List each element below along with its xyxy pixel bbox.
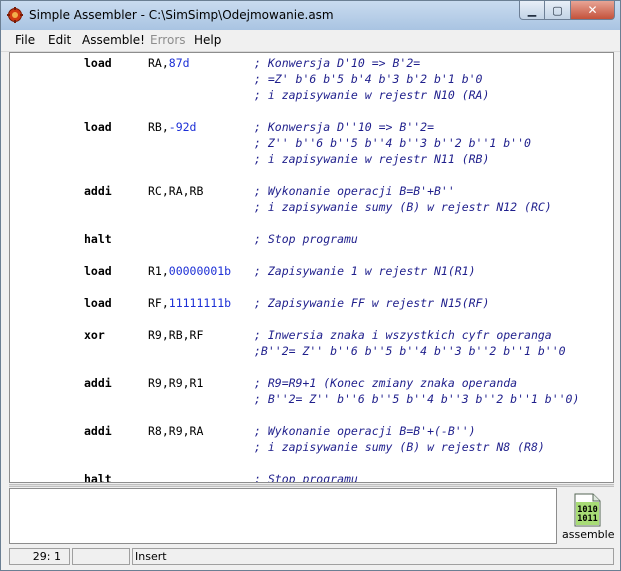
mnemonic: load (84, 56, 112, 70)
operands: RC,RA,RB (148, 183, 203, 199)
mnemonic: halt (84, 472, 112, 483)
menu-assemble[interactable]: Assemble! (82, 33, 145, 47)
numeric-literal: 11111111b (168, 296, 232, 310)
title-bar[interactable]: Simple Assembler - C:\SimSimp\Odejmowani… (1, 1, 620, 30)
register-operands: RF, (148, 296, 169, 310)
insert-mode: Insert (132, 548, 614, 565)
assemble-label: assemble (562, 528, 615, 541)
comment: ; Zapisywanie FF w rejestr N15(RF) (254, 296, 490, 310)
comment: ; Wykonanie operacji B=B'+B'' (254, 184, 455, 198)
operands: R9,RB,RF (148, 327, 203, 343)
register-operands: RB, (148, 120, 169, 134)
caption-buttons: ▁ ▢ ✕ (519, 1, 615, 21)
comment: ; i zapisywanie w rejestr N11 (RB) (254, 152, 490, 166)
numeric-literal: -92d (168, 120, 197, 134)
menu-file[interactable]: File (15, 33, 35, 47)
mnemonic: addi (84, 184, 112, 198)
register-operands: RC,RA,RB (148, 184, 204, 198)
close-icon: ✕ (587, 3, 598, 17)
app-window: Simple Assembler - C:\SimSimp\Odejmowani… (0, 0, 621, 571)
close-button[interactable]: ✕ (571, 1, 615, 20)
output-pane[interactable] (9, 488, 557, 544)
status-bar: 29: 1 Insert (1, 547, 620, 570)
splitter[interactable] (9, 484, 614, 487)
minimize-icon: ▁ (527, 3, 537, 17)
mnemonic: load (84, 120, 112, 134)
code-editor[interactable]: load RA,87d ; Konwersja D'10 => B'2= ; =Z' … (9, 52, 614, 483)
comment: ; B''2= Z'' b''6 b''5 b''4 b''3 b''2 b''… (254, 392, 580, 406)
operands: RB,-92d (148, 119, 196, 135)
comment: ; R9=R9+1 (Konec zmiany znaka operanda (254, 376, 518, 390)
maximize-icon: ▢ (552, 3, 563, 17)
operands: R1,00000001b (148, 263, 231, 279)
cursor-position: 29: 1 (9, 548, 70, 565)
window-title: Simple Assembler - C:\SimSimp\Odejmowani… (29, 8, 334, 22)
svg-text:1011: 1011 (577, 514, 597, 524)
mnemonic: xor (84, 328, 105, 342)
comment: ; Z'' b''6 b''5 b''4 b''3 b''2 b''1 b''0 (254, 136, 531, 150)
comment: ;B''2= Z'' b''6 b''5 b''4 b''3 b''2 b''1… (254, 344, 566, 358)
comment: ; Stop programu (254, 472, 358, 483)
comment: ; i zapisywanie sumy (B) w rejestr N8 (R… (254, 440, 545, 454)
binary-file-icon: 1010 1011 (574, 493, 601, 527)
numeric-literal: 87d (168, 56, 190, 70)
register-operands: R9,RB,RF (148, 328, 204, 342)
register-operands: R9,R9,R1 (148, 376, 204, 390)
menu-bar: File Edit Assemble! Errors Help (1, 30, 620, 52)
maximize-button[interactable]: ▢ (545, 1, 571, 20)
operands: RF,11111111b (148, 295, 231, 311)
mnemonic: load (84, 264, 112, 278)
comment: ; Stop programu (254, 232, 358, 246)
comment: ; Zapisywanie 1 w rejestr N1(R1) (254, 264, 476, 278)
numeric-literal: 00000001b (168, 264, 232, 278)
minimize-button[interactable]: ▁ (519, 1, 545, 20)
comment: ; Inwersia znaka i wszystkich cyfr opera… (254, 328, 552, 342)
mnemonic: load (84, 296, 112, 310)
menu-errors[interactable]: Errors (150, 33, 186, 47)
operands: R9,R9,R1 (148, 375, 203, 391)
comment: ; Konwersja D'10 => B'2= (254, 56, 421, 70)
gear-bug-icon (7, 7, 23, 23)
assemble-button[interactable]: 1010 1011 assemble (562, 491, 615, 543)
comment: ; =Z' b'6 b'5 b'4 b'3 b'2 b'1 b'0 (254, 72, 483, 86)
comment: ; i zapisywanie sumy (B) w rejestr N12 (… (254, 200, 552, 214)
operands: R8,R9,RA (148, 423, 203, 439)
mnemonic: halt (84, 232, 112, 246)
register-operands: R1, (148, 264, 169, 278)
comment: ; i zapisywanie w rejestr N10 (RA) (254, 88, 490, 102)
mnemonic: addi (84, 376, 112, 390)
register-operands: RA, (148, 56, 169, 70)
menu-edit[interactable]: Edit (48, 33, 71, 47)
operands: RA,87d (148, 55, 190, 71)
comment: ; Konwersja D''10 => B''2= (254, 120, 435, 134)
status-modified (72, 548, 130, 565)
mnemonic: addi (84, 424, 112, 438)
menu-help[interactable]: Help (194, 33, 221, 47)
register-operands: R8,R9,RA (148, 424, 204, 438)
comment: ; Wykonanie operacji B=B'+(-B'') (254, 424, 476, 438)
